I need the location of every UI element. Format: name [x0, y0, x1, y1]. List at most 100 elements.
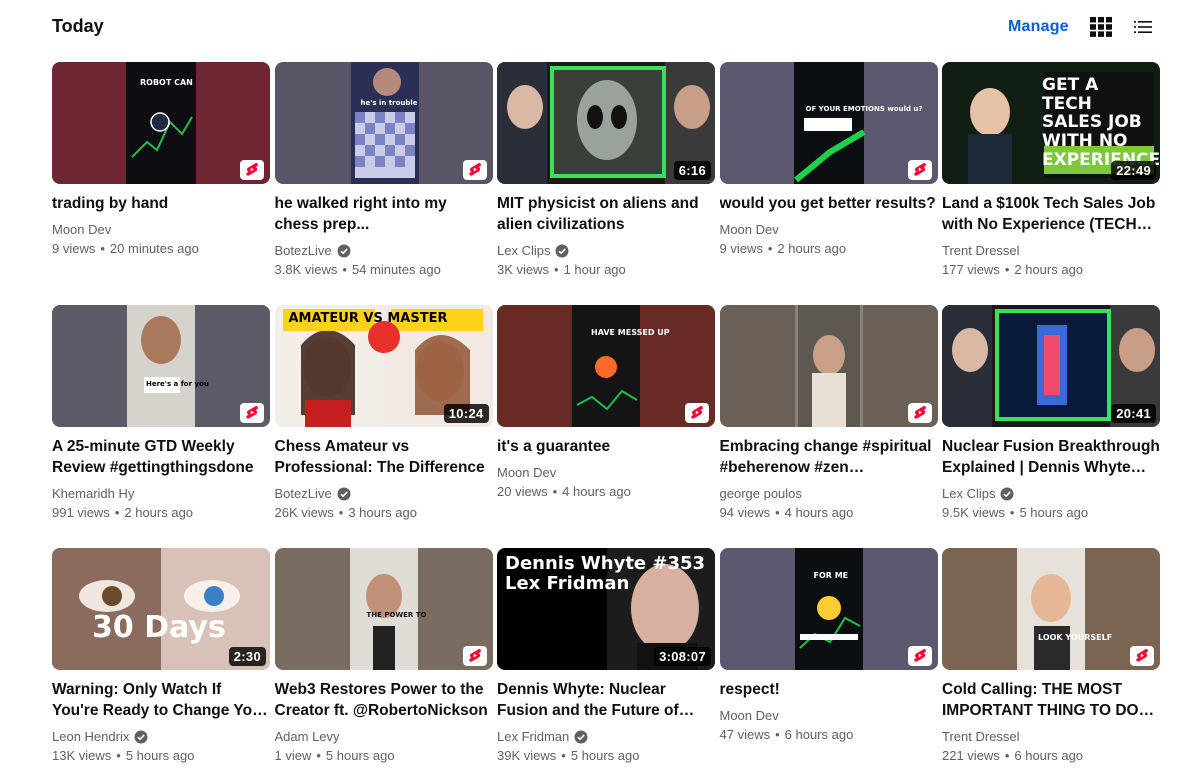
channel-name[interactable]: Moon Dev: [497, 463, 556, 482]
video-card[interactable]: OF YOUR EMOTIONS would u? would you get …: [719, 62, 938, 305]
view-count: 9 views: [52, 241, 96, 256]
channel-name[interactable]: Lex Clips: [497, 241, 550, 260]
video-title[interactable]: Cold Calling: THE MOST IMPORTANT THING T…: [942, 679, 1160, 721]
channel-name[interactable]: BotezLive: [275, 484, 332, 503]
video-thumbnail[interactable]: AMATEUR VS MASTER 10:24: [274, 305, 493, 427]
video-card[interactable]: 20:41 Nuclear Fusion Breakthrough Explai…: [942, 305, 1160, 548]
channel-row: george poulos: [720, 484, 938, 503]
shorts-icon: [246, 163, 258, 176]
video-card[interactable]: Dennis Whyte #353 Lex Fridman 3:08:07 De…: [497, 548, 715, 768]
video-thumbnail[interactable]: GET A TECH SALES JOB WITH NO EXPERIENCE …: [942, 62, 1160, 184]
video-meta: 9 views • 2 hours ago: [719, 241, 847, 256]
video-thumbnail[interactable]: 6:16: [497, 62, 715, 184]
video-title[interactable]: Warning: Only Watch If You're Ready to C…: [52, 679, 270, 721]
video-thumbnail[interactable]: 30 Days 2:30: [52, 548, 270, 670]
video-card[interactable]: Embracing change #spiritual #beherenow #…: [719, 305, 938, 548]
video-card[interactable]: FOR ME respect! Moon Dev 47 views • 6 hour…: [719, 548, 938, 768]
thumbnail-image: [274, 548, 493, 670]
verified-check-icon: [1000, 487, 1014, 500]
shorts-badge: [240, 160, 264, 180]
channel-row: Adam Levy: [275, 727, 493, 746]
video-meta: 26K views • 3 hours ago: [274, 505, 417, 520]
video-title[interactable]: Nuclear Fusion Breakthrough Explained | …: [942, 436, 1160, 478]
video-title[interactable]: trading by hand: [52, 193, 270, 214]
video-title[interactable]: it's a guarantee: [497, 436, 715, 457]
duration-badge: 3:08:07: [654, 647, 711, 666]
video-thumbnail[interactable]: [719, 305, 938, 427]
channel-row: Lex Clips: [942, 484, 1160, 503]
video-meta: 47 views • 6 hours ago: [719, 727, 854, 742]
video-title[interactable]: he walked right into my chess prep...: [275, 193, 493, 235]
video-thumbnail[interactable]: Here's a for you: [52, 305, 270, 427]
shorts-icon: [468, 649, 481, 662]
video-thumbnail[interactable]: Dennis Whyte #353 Lex Fridman 3:08:07: [497, 548, 715, 670]
view-count: 177 views: [942, 262, 1000, 277]
video-card[interactable]: THE POWER TO Web3 Restores Power to the …: [274, 548, 493, 768]
video-title[interactable]: Dennis Whyte: Nuclear Fusion and the Fut…: [497, 679, 715, 721]
shorts-icon: [1136, 649, 1148, 662]
channel-name[interactable]: george poulos: [720, 484, 802, 503]
list-view-button[interactable]: [1131, 16, 1155, 38]
upload-age: 2 hours ago: [777, 241, 847, 256]
video-thumbnail[interactable]: LOOK YOURSELF: [942, 548, 1160, 670]
upload-age: 6 hours ago: [784, 727, 854, 742]
video-card[interactable]: GET A TECH SALES JOB WITH NO EXPERIENCE …: [942, 62, 1160, 305]
video-meta: 94 views • 4 hours ago: [719, 505, 854, 520]
video-thumbnail[interactable]: he's in trouble: [274, 62, 493, 184]
video-card[interactable]: HAVE MESSED UP it's a guarantee Moon Dev…: [497, 305, 715, 548]
channel-name[interactable]: BotezLive: [275, 241, 332, 260]
video-meta: 221 views • 6 hours ago: [942, 748, 1084, 763]
video-card[interactable]: he's in trouble he walked right into my …: [274, 62, 493, 305]
video-thumbnail[interactable]: 20:41: [942, 305, 1160, 427]
video-meta: 177 views • 2 hours ago: [942, 262, 1084, 277]
video-card[interactable]: Here's a for you A 25-minute GTD Weekly …: [52, 305, 270, 548]
channel-name[interactable]: Leon Hendrix: [52, 727, 129, 746]
view-count: 991 views: [52, 505, 110, 520]
video-card[interactable]: ROBOT CAN trading by hand Moon Dev 9 vie…: [52, 62, 270, 305]
video-thumbnail[interactable]: FOR ME: [719, 548, 938, 670]
video-title[interactable]: Embracing change #spiritual #beherenow #…: [720, 436, 938, 478]
thumbnail-text: LOOK YOURSELF: [1038, 633, 1113, 642]
channel-name[interactable]: Moon Dev: [720, 706, 779, 725]
channel-row: Moon Dev: [720, 706, 938, 725]
video-meta: 991 views • 2 hours ago: [52, 505, 194, 520]
video-thumbnail[interactable]: ROBOT CAN: [52, 62, 270, 184]
view-count: 3.8K views: [274, 262, 338, 277]
thumbnail-image: [719, 305, 938, 427]
video-card[interactable]: LOOK YOURSELF Cold Calling: THE MOST IMP…: [942, 548, 1160, 768]
video-title[interactable]: respect!: [720, 679, 938, 700]
video-title[interactable]: A 25-minute GTD Weekly Review #gettingth…: [52, 436, 270, 478]
thumbnail-text: GET A TECH SALES JOB WITH NO EXPERIENCE: [1042, 75, 1160, 170]
video-card[interactable]: 6:16 MIT physicist on aliens and alien c…: [497, 62, 715, 305]
duration-badge: 10:24: [443, 404, 489, 423]
manage-button[interactable]: Manage: [1000, 14, 1077, 40]
channel-name[interactable]: Trent Dressel: [942, 727, 1020, 746]
video-title[interactable]: Chess Amateur vs Professional: The Diffe…: [275, 436, 493, 478]
channel-name[interactable]: Moon Dev: [52, 220, 111, 239]
channel-name[interactable]: Khemaridh Hy: [52, 484, 134, 503]
upload-age: 20 minutes ago: [109, 241, 199, 256]
channel-name[interactable]: Lex Clips: [942, 484, 995, 503]
video-title[interactable]: Web3 Restores Power to the Creator ft. @…: [275, 679, 493, 721]
upload-age: 2 hours ago: [124, 505, 194, 520]
video-meta: 39K views • 5 hours ago: [497, 748, 640, 763]
video-thumbnail[interactable]: THE POWER TO: [274, 548, 493, 670]
channel-name[interactable]: Lex Fridman: [497, 727, 569, 746]
upload-age: 54 minutes ago: [351, 262, 441, 277]
channel-name[interactable]: Moon Dev: [720, 220, 779, 239]
video-title[interactable]: MIT physicist on aliens and alien civili…: [497, 193, 715, 235]
video-title[interactable]: Land a $100k Tech Sales Job with No Expe…: [942, 193, 1160, 235]
channel-row: Moon Dev: [497, 463, 715, 482]
channel-name[interactable]: Trent Dressel: [942, 241, 1020, 260]
upload-age: 4 hours ago: [562, 484, 631, 499]
channel-name[interactable]: Adam Levy: [275, 727, 340, 746]
video-thumbnail[interactable]: OF YOUR EMOTIONS would u?: [719, 62, 938, 184]
video-card[interactable]: AMATEUR VS MASTER 10:24 Chess Amateur vs…: [274, 305, 493, 548]
thumbnail-image: [719, 62, 938, 184]
grid-view-button[interactable]: [1089, 16, 1113, 38]
video-title[interactable]: would you get better results?: [720, 193, 938, 214]
shorts-icon: [913, 649, 926, 662]
video-thumbnail[interactable]: HAVE MESSED UP: [497, 305, 715, 427]
video-card[interactable]: 30 Days 2:30 Warning: Only Watch If You'…: [52, 548, 270, 768]
view-count: 9 views: [719, 241, 763, 256]
